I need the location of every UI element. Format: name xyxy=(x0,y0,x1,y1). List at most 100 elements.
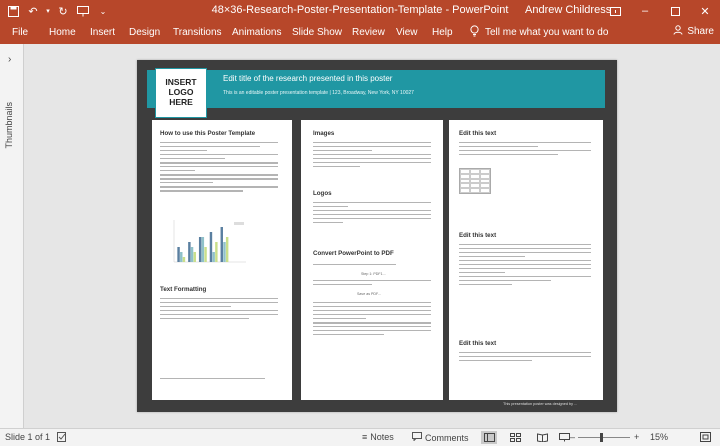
zoom-in-icon[interactable]: + xyxy=(634,432,639,442)
tab-review[interactable]: Review xyxy=(352,27,385,38)
tab-slide-show[interactable]: Slide Show xyxy=(292,27,342,38)
maximize-icon[interactable] xyxy=(660,0,690,22)
notes-button[interactable]: ≡ Notes xyxy=(362,432,394,442)
sample-bar-chart[interactable] xyxy=(170,216,250,266)
poster-slide[interactable]: INSERT LOGO HERE Edit title of the resea… xyxy=(137,60,617,412)
col1-body-text-1[interactable] xyxy=(160,142,278,194)
col2-body-logos[interactable] xyxy=(313,202,431,226)
share-button[interactable]: Share xyxy=(673,25,714,38)
tab-file[interactable]: File xyxy=(12,27,28,38)
zoom-slider[interactable] xyxy=(578,437,630,438)
save-icon[interactable] xyxy=(4,2,22,20)
col2-heading-images[interactable]: Images xyxy=(313,130,334,137)
redo-icon[interactable]: ↻ xyxy=(54,2,72,20)
chart-bars xyxy=(177,227,229,262)
poster-title[interactable]: Edit title of the research presented in … xyxy=(223,74,392,83)
poster-column-1[interactable]: How to use this Poster Template Text For… xyxy=(152,120,292,400)
col3-heading-2[interactable]: Edit this text xyxy=(459,232,496,239)
chart-bar xyxy=(212,252,215,262)
tab-home[interactable]: Home xyxy=(49,27,76,38)
poster-subtitle[interactable]: This is an editable poster presentation … xyxy=(223,90,414,96)
customize-toolbar-icon[interactable]: ⌄ xyxy=(94,2,112,20)
zoom-slider-handle[interactable] xyxy=(600,433,603,442)
share-person-icon xyxy=(673,25,683,38)
ribbon-display-options-icon[interactable] xyxy=(600,0,630,22)
chart-bar xyxy=(182,257,186,262)
notes-icon: ≡ xyxy=(362,432,368,442)
poster-column-2[interactable]: Images Logos Convert PowerPoint to PDF S… xyxy=(301,120,443,400)
col2-heading-convert-pdf[interactable]: Convert PowerPoint to PDF xyxy=(313,250,394,257)
undo-icon[interactable]: ↶ xyxy=(24,2,42,20)
poster-credit: This presentation poster was designed by… xyxy=(503,402,578,406)
chart-bar xyxy=(180,252,183,262)
logo-placeholder[interactable]: INSERT LOGO HERE xyxy=(155,68,207,118)
notes-label: Notes xyxy=(370,432,394,442)
reading-view-icon[interactable] xyxy=(534,431,550,444)
col2-body-pdf-3[interactable] xyxy=(313,302,431,338)
minimize-icon[interactable]: – xyxy=(630,0,660,22)
undo-dropdown-icon[interactable]: ▾ xyxy=(44,2,52,20)
slide-counter: Slide 1 of 1 xyxy=(5,432,51,442)
window-controls: – ✕ xyxy=(600,0,720,22)
chart-bar xyxy=(223,242,226,262)
col2-body-pdf-1[interactable] xyxy=(313,264,431,268)
col2-step-1[interactable]: Step 1: PDF1... xyxy=(361,272,386,276)
expand-thumbnails-chevron-icon[interactable]: › xyxy=(8,54,11,65)
tab-view[interactable]: View xyxy=(396,27,418,38)
chart-bar xyxy=(215,242,218,262)
col3-heading-3[interactable]: Edit this text xyxy=(459,340,496,347)
title-bar: ↶ ▾ ↻ ⌄ 48×36-Research-Poster-Presentati… xyxy=(0,0,720,22)
col3-body-3[interactable] xyxy=(459,352,591,364)
status-bar: Slide 1 of 1 ≡ Notes Comments – + 15% xyxy=(0,428,720,446)
tab-transitions[interactable]: Transitions xyxy=(173,27,222,38)
col2-body-images[interactable] xyxy=(313,142,431,170)
thumbnails-pane: › Thumbnails xyxy=(0,44,24,428)
col1-heading-text-formatting[interactable]: Text Formatting xyxy=(160,286,206,293)
user-name[interactable]: Andrew Childress xyxy=(525,4,611,16)
comments-label: Comments xyxy=(425,432,469,443)
col1-heading-how-to[interactable]: How to use this Poster Template xyxy=(160,130,255,137)
quick-access-toolbar: ↶ ▾ ↻ ⌄ xyxy=(4,0,112,22)
normal-view-icon[interactable] xyxy=(481,431,497,444)
zoom-level[interactable]: 15% xyxy=(650,432,668,442)
fit-slide-to-window-icon[interactable] xyxy=(700,432,711,442)
chart-bar xyxy=(225,237,229,262)
share-label: Share xyxy=(687,26,714,37)
chart-bar xyxy=(177,247,180,262)
tab-insert[interactable]: Insert xyxy=(90,27,115,38)
col1-body-text-2[interactable] xyxy=(160,298,278,322)
slide-canvas[interactable]: INSERT LOGO HERE Edit title of the resea… xyxy=(25,44,720,428)
tell-me-search[interactable]: Tell me what you want to do xyxy=(470,25,608,40)
col2-body-pdf-2[interactable] xyxy=(313,280,431,288)
col1-footer-text[interactable] xyxy=(160,378,270,382)
chart-bar xyxy=(209,232,213,262)
slide-sorter-icon[interactable] xyxy=(507,431,523,444)
chart-bar xyxy=(190,247,194,262)
tab-help[interactable]: Help xyxy=(432,27,453,38)
tab-design[interactable]: Design xyxy=(129,27,160,38)
lightbulb-icon xyxy=(470,25,479,40)
chart-bar xyxy=(198,237,202,262)
sample-table[interactable] xyxy=(459,168,491,194)
chart-bar xyxy=(204,247,207,262)
poster-column-3[interactable]: Edit this text Edit this text Edit this … xyxy=(449,120,603,400)
thumbnails-label[interactable]: Thumbnails xyxy=(4,102,14,149)
chart-bar xyxy=(220,227,223,262)
chart-bar xyxy=(188,242,191,262)
tab-animations[interactable]: Animations xyxy=(232,27,281,38)
chart-legend-swatch xyxy=(234,222,244,225)
col3-body-2[interactable] xyxy=(459,244,591,288)
col3-heading-1[interactable]: Edit this text xyxy=(459,130,496,137)
comment-icon xyxy=(412,432,422,443)
col3-body-1[interactable] xyxy=(459,142,591,158)
col2-heading-logos[interactable]: Logos xyxy=(313,190,332,197)
spelling-check-icon[interactable] xyxy=(57,432,67,442)
zoom-out-icon[interactable]: – xyxy=(570,432,575,442)
close-icon[interactable]: ✕ xyxy=(690,0,720,22)
chart-bar xyxy=(193,252,196,262)
tell-me-label: Tell me what you want to do xyxy=(485,27,609,38)
slideshow-from-start-icon[interactable] xyxy=(74,2,92,20)
comments-button[interactable]: Comments xyxy=(412,432,469,443)
chart-bar xyxy=(201,237,205,262)
col2-step-2[interactable]: Save as PDF... xyxy=(357,292,381,296)
